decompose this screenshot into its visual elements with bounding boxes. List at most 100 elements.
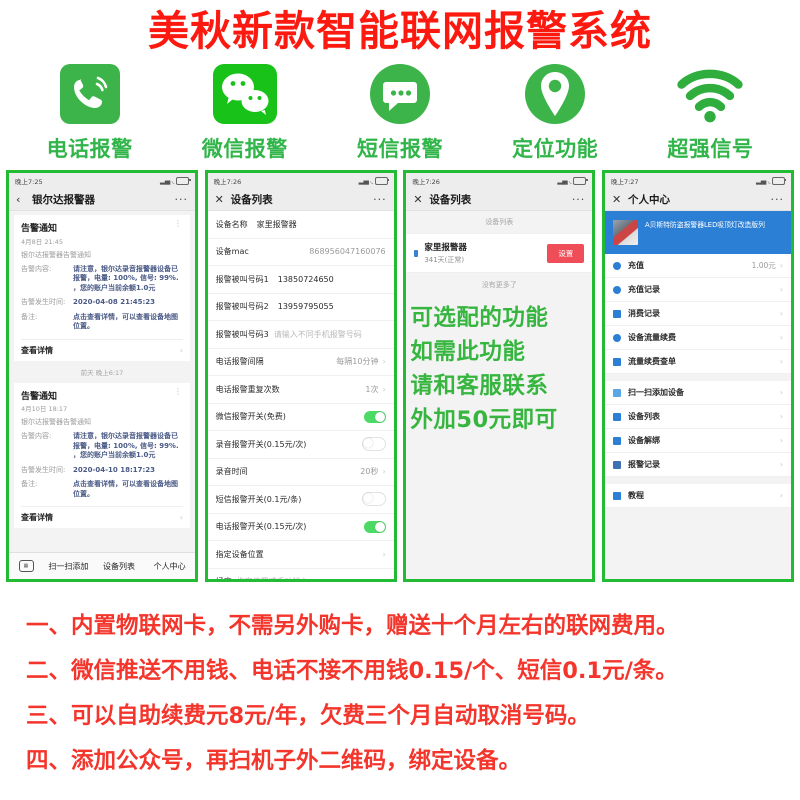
tab-scan-add[interactable]: 扫一扫添加	[43, 561, 94, 572]
footer-note-line: 一、内置物联网卡，不需另外购卡，赠送十个月左右的联网费用。	[26, 613, 679, 639]
menu-value: 1.00元	[751, 261, 776, 270]
card-more-icon[interactable]: ⋮	[174, 220, 182, 228]
menu-label: 设备列表	[627, 412, 660, 421]
signal-icon: ▂▄	[755, 176, 766, 185]
feature-label: 超强信号	[667, 137, 754, 161]
setting-row-record-alarm-toggle[interactable]: 录音报警开关(0.15元/次)	[207, 431, 394, 459]
overlay-note: 可选配的功能 如需此功能 请和客服联系 外加50元即可	[406, 297, 592, 437]
personal-center-body[interactable]: A贝斯特防盗报警器LED吸顶灯改造版列 充值 1.00元 › 充值记录 › 消费…	[604, 211, 791, 579]
footer-note-line: 三、可以自助续费元8元/年，欠费三个月自动取消号码。	[26, 703, 590, 729]
promo-banner[interactable]: A贝斯特防盗报警器LED吸顶灯改造版列	[604, 211, 791, 254]
menu-item-device-list[interactable]: 设备列表 ›	[604, 405, 791, 429]
device-status-icon	[414, 249, 419, 257]
more-icon[interactable]: ···	[572, 193, 586, 206]
more-icon[interactable]: ···	[373, 193, 387, 206]
menu-item-data-bill[interactable]: 流量续费查单 ›	[604, 350, 791, 374]
menu-item-consume-record[interactable]: 消费记录 ›	[604, 302, 791, 326]
setting-value[interactable]: 13850724650	[278, 275, 386, 284]
nav-title: 设备列表	[429, 193, 472, 206]
close-icon[interactable]: ✕	[413, 193, 427, 206]
nav-bar: ‹ 银尔达报警器 ···	[9, 188, 195, 211]
card-row-value: 2020-04-10 18:17:23	[73, 465, 156, 474]
setting-row-sms-alarm-toggle[interactable]: 短信报警开关(0.1元/条)	[207, 486, 394, 514]
menu-item-recharge-record[interactable]: 充值记录 ›	[604, 278, 791, 302]
menu-label: 扫一扫添加设备	[627, 388, 684, 397]
device-list-item[interactable]: 家里报警器 341天(正常) 设置	[406, 233, 593, 273]
status-icons: ▂▄ ◟	[755, 176, 787, 185]
tab-personal-center[interactable]: 个人中心	[144, 561, 195, 572]
menu-item-scan-add-device[interactable]: 扫一扫添加设备 ›	[604, 381, 791, 405]
footer-note-line: 四、添加公众号，再扫机子外二维码，绑定设备。	[26, 748, 522, 774]
setting-row-alarm-number-3[interactable]: 报警被叫号码3 请输入不同手机报警号码	[207, 321, 394, 349]
device-settings-button[interactable]: 设置	[547, 243, 585, 263]
toggle-switch[interactable]	[363, 410, 386, 423]
status-bar: 晚上7:27 ▂▄ ◟	[604, 173, 791, 188]
setting-row-longitude[interactable]: 经度 指定位置或手动输入	[207, 568, 394, 579]
status-time: 晚上7:26	[213, 177, 242, 186]
toggle-switch[interactable]	[363, 520, 386, 533]
card-detail-link[interactable]: 查看详情 ›	[21, 506, 183, 528]
consume-record-icon	[612, 309, 621, 318]
menu-item-data-renew[interactable]: 设备流量续费 ›	[604, 326, 791, 350]
alarm-card[interactable]: ⋮ 告警通知 4月10日 18:17 银尔达报警器告警通知 告警内容: 请注意，…	[14, 382, 190, 528]
card-detail-link[interactable]: 查看详情 ›	[21, 338, 183, 361]
chevron-right-icon: ›	[382, 384, 386, 394]
status-icons: ▂▄ ◟	[160, 176, 191, 185]
battery-icon	[573, 176, 588, 185]
setting-row-call-repeat[interactable]: 电话报警重复次数 1次 ›	[207, 376, 394, 404]
wifi-icon: ◟	[767, 176, 771, 185]
menu-item-device-unbind[interactable]: 设备解绑 ›	[604, 429, 791, 453]
overlay-note-line: 可选配的功能	[410, 305, 549, 331]
setting-row-alarm-number-1[interactable]: 报警被叫号码1 13850724650	[207, 266, 394, 294]
setting-row-device-mac: 设备mac 868956047160076	[207, 238, 394, 266]
back-icon[interactable]: ‹	[16, 193, 30, 206]
toggle-switch[interactable]	[361, 437, 386, 452]
setting-row-call-alarm-toggle[interactable]: 电话报警开关(0.15元/次)	[207, 513, 394, 541]
tutorial-icon	[612, 491, 621, 500]
card-desc: 银尔达报警器告警通知	[21, 250, 91, 259]
menu-item-recharge[interactable]: 充值 1.00元 ›	[604, 254, 791, 278]
setting-row-wechat-alarm-toggle[interactable]: 微信报警开关(免费)	[207, 403, 394, 431]
card-more-icon[interactable]: ⋮	[174, 387, 182, 395]
setting-value[interactable]: 13959795055	[278, 302, 386, 311]
setting-placeholder[interactable]: 指定位置或手动输入	[237, 576, 386, 579]
status-icons: ▂▄ ◟	[359, 176, 390, 185]
chevron-right-icon: ›	[779, 460, 783, 469]
message-list[interactable]: ⋮ 告警通知 4月8日 21:45 银尔达报警器告警通知 告警内容: 请注意，银…	[9, 211, 195, 552]
chevron-right-icon: ›	[382, 357, 386, 367]
promo-text: A贝斯特防盗报警器LED吸顶灯改造版列	[644, 221, 765, 229]
card-row: 备注: 点击查看详情，可以查看设备地图位置。	[21, 480, 183, 499]
setting-row-device-location[interactable]: 指定设备位置 ›	[207, 541, 394, 569]
setting-placeholder[interactable]: 请输入不同手机报警号码	[274, 329, 386, 340]
more-icon[interactable]: ···	[175, 193, 189, 206]
more-icon[interactable]: ···	[770, 193, 784, 206]
menu-item-alarm-record[interactable]: 报警记录 ›	[604, 453, 791, 477]
setting-label: 电话报警开关(0.15元/次)	[215, 522, 307, 532]
setting-row-alarm-number-2[interactable]: 报警被叫号码2 13959795055	[207, 293, 394, 321]
settings-list[interactable]: 设备名称 家里报警器 设备mac 868956047160076 报警被叫号码1…	[207, 211, 394, 579]
chevron-right-icon: ›	[779, 412, 783, 421]
setting-label: 报警被叫号码2	[215, 302, 269, 312]
device-list-body[interactable]: 设备列表 家里报警器 341天(正常) 设置 没有更多了 可选配的功能 如需此功…	[406, 211, 593, 579]
data-bill-icon	[612, 357, 621, 366]
nav-bar: ✕ 个人中心 ···	[604, 188, 791, 211]
menu-item-tutorial[interactable]: 教程 ›	[604, 484, 791, 508]
keyboard-toggle-icon[interactable]: ▦	[9, 560, 43, 572]
nav-title: 设备列表	[230, 193, 273, 206]
setting-value[interactable]: 家里报警器	[257, 219, 386, 230]
status-time: 晚上7:26	[412, 177, 440, 186]
setting-row-call-interval[interactable]: 电话报警间隔 每隔10分钟 ›	[207, 348, 394, 376]
card-row: 告警发生时间: 2020-04-08 21:45:23	[21, 298, 183, 308]
status-bar: 晚上7:26 ▂▄ ◟	[207, 173, 394, 188]
setting-row-record-duration[interactable]: 录音时间 20秒 ›	[207, 458, 394, 486]
bottom-tab-bar: ▦ 扫一扫添加 设备列表 个人中心	[9, 552, 195, 579]
close-icon[interactable]: ✕	[612, 193, 626, 206]
overlay-note-line: 外加50元即可	[410, 407, 558, 433]
toggle-switch[interactable]	[361, 492, 386, 507]
nav-bar: ✕ 设备列表 ···	[406, 188, 593, 211]
tab-device-list[interactable]: 设备列表	[94, 561, 145, 572]
alarm-card[interactable]: ⋮ 告警通知 4月8日 21:45 银尔达报警器告警通知 告警内容: 请注意，银…	[14, 215, 190, 361]
setting-row-device-name[interactable]: 设备名称 家里报警器	[207, 211, 394, 239]
close-icon[interactable]: ✕	[215, 193, 229, 206]
day-divider: 前天 晚上6:17	[80, 368, 124, 377]
